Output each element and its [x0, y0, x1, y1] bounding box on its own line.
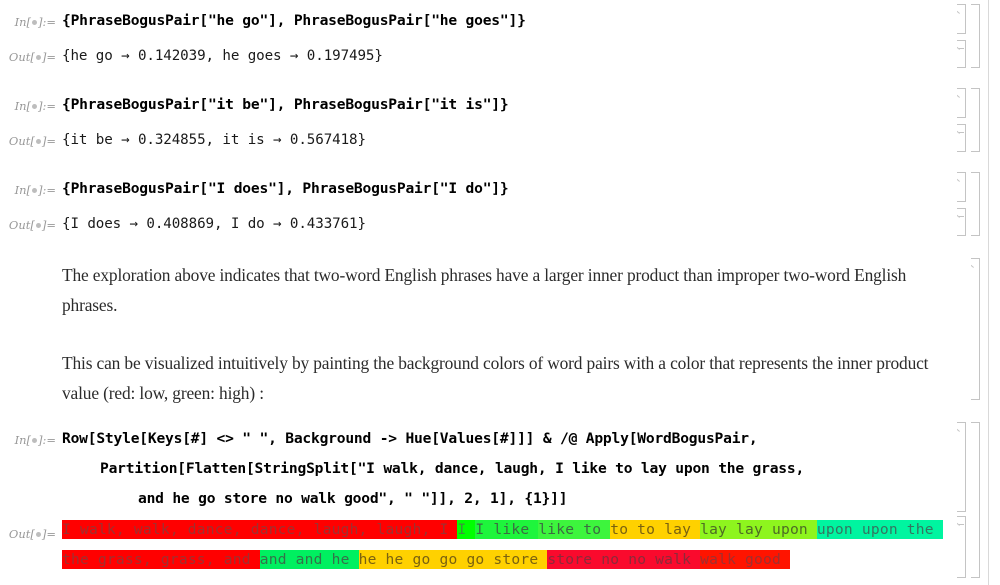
cell-number-dot — [35, 55, 41, 60]
output-code-1: {he go → 0.142039, he goes → 0.197495} — [62, 48, 383, 64]
colored-word-pair-row-line-1: I walk, walk, dance, dance, laugh, laugh… — [62, 520, 943, 539]
cell-group-bracket-text[interactable] — [971, 258, 980, 400]
text-cell-1[interactable]: The exploration above indicates that two… — [62, 260, 954, 320]
word-pair-segment: upon the — [861, 520, 943, 539]
cell-bracket-output-1[interactable] — [957, 40, 966, 68]
bracket-output-mark — [959, 132, 964, 133]
cell-number-dot — [35, 223, 41, 228]
cell-bracket-input-2[interactable] — [957, 88, 966, 118]
input-code-4-line-2: Partition[Flatten[StringSplit["I walk, d… — [100, 460, 805, 477]
output-code-2: {it be → 0.324855, it is → 0.567418} — [62, 132, 366, 148]
out-label-1: Out[]= — [8, 50, 56, 64]
notebook-canvas: In[]:= {PhraseBogusPair["he go"], Phrase… — [0, 0, 1000, 585]
bracket-output-mark — [959, 48, 964, 49]
input-code-4-line-1: Row[Style[Keys[#] <> " ", Background -> … — [62, 430, 758, 447]
cell-number-dot — [32, 20, 37, 25]
in-label-1: In[]:= — [14, 15, 56, 29]
word-pair-segment: lay upon — [736, 520, 817, 539]
bracket-output-mark — [959, 524, 964, 525]
word-pair-segment: walk good — [700, 550, 790, 569]
bracket-notch-icon — [957, 6, 965, 14]
input-code-3: {PhraseBogusPair["I does"], PhraseBogusP… — [62, 180, 509, 197]
cell-bracket-output-2[interactable] — [957, 124, 966, 152]
in-label-4: In[]:= — [14, 433, 56, 447]
word-pair-segment: I walk, — [62, 520, 134, 539]
word-pair-segment: to — [610, 520, 638, 539]
cell-number-dot — [32, 104, 37, 109]
cell-group-bracket-4[interactable] — [971, 422, 980, 578]
in-label-3: In[]:= — [14, 183, 56, 197]
word-pair-segment: and he — [295, 550, 359, 569]
bracket-notch-icon — [957, 174, 965, 182]
in-label-2: In[]:= — [14, 99, 56, 113]
word-pair-segment: he — [358, 550, 386, 569]
cell-bracket-input-1[interactable] — [957, 4, 966, 34]
cell-number-dot — [35, 532, 41, 537]
word-pair-segment: he go — [385, 550, 440, 569]
word-pair-segment: go store — [466, 550, 548, 569]
colored-word-pair-row-line-2: the grass, grass, and and and he he he g… — [62, 550, 790, 569]
cell-bracket-input-3[interactable] — [957, 172, 966, 202]
cell-group-bracket-1[interactable] — [971, 4, 980, 68]
cell-group-bracket-3[interactable] — [971, 172, 980, 236]
word-pair-segment: and — [259, 550, 296, 569]
input-code-1: {PhraseBogusPair["he go"], PhraseBogusPa… — [62, 12, 526, 29]
cell-bracket-output-3[interactable] — [957, 208, 966, 236]
text-cell-2[interactable]: This can be visualized intuitively by pa… — [62, 348, 954, 408]
word-pair-segment: grass, and — [160, 550, 260, 569]
out-label-3: Out[]= — [8, 218, 56, 232]
cell-bracket-input-4[interactable] — [957, 422, 966, 512]
out-label-2: Out[]= — [8, 134, 56, 148]
cell-number-dot — [32, 438, 37, 443]
word-pair-segment: the grass, — [62, 550, 161, 569]
vertical-scrollbar[interactable] — [988, 0, 1000, 585]
out-label-4: Out[]= — [8, 527, 56, 541]
word-pair-segment: I — [457, 520, 476, 539]
output-code-3: {I does → 0.408869, I do → 0.433761} — [62, 216, 366, 232]
word-pair-segment: go — [439, 550, 467, 569]
word-pair-segment: laugh, I — [376, 520, 458, 539]
word-pair-segment: like to — [538, 520, 611, 539]
word-pair-segment: store no — [547, 550, 629, 569]
cell-bracket-output-4[interactable] — [957, 516, 966, 578]
word-pair-segment: no walk — [628, 550, 701, 569]
bracket-notch-icon — [957, 90, 965, 98]
word-pair-segment: lay — [700, 520, 737, 539]
word-pair-segment: upon — [816, 520, 862, 539]
word-pair-segment: I like — [475, 520, 539, 539]
cell-number-dot — [32, 188, 37, 193]
word-pair-segment: walk, dance, — [133, 520, 251, 539]
cell-group-bracket-2[interactable] — [971, 88, 980, 152]
bracket-notch-icon — [957, 424, 965, 432]
cell-number-dot — [35, 139, 41, 144]
bracket-notch-icon — [971, 260, 979, 268]
scrollbar-thumb[interactable] — [991, 0, 999, 300]
word-pair-segment: to lay — [637, 520, 701, 539]
word-pair-segment: dance, laugh, — [250, 520, 377, 539]
input-code-2: {PhraseBogusPair["it be"], PhraseBogusPa… — [62, 96, 509, 113]
input-code-4-line-3: and he go store no walk good", " "]], 2,… — [138, 490, 568, 507]
bracket-output-mark — [959, 216, 964, 217]
